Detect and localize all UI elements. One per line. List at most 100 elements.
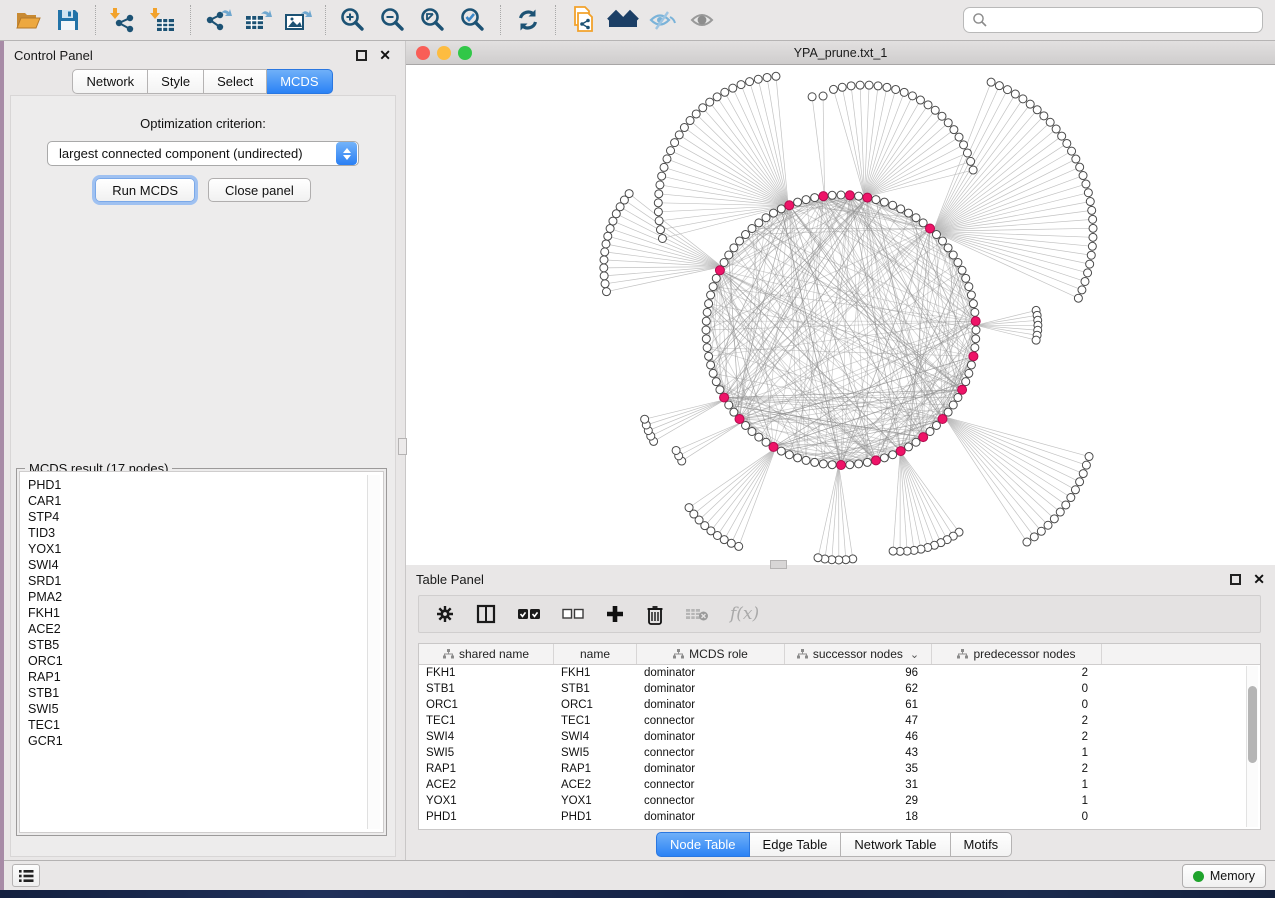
satellite-node[interactable] [604, 232, 612, 240]
mcds-result-item[interactable]: PMA2 [20, 589, 383, 605]
graph-node[interactable] [971, 344, 979, 352]
graph-node[interactable] [819, 460, 827, 468]
satellite-node[interactable] [1088, 206, 1096, 214]
mcds-result-item[interactable]: GCR1 [20, 733, 383, 749]
float-panel-icon[interactable] [356, 50, 367, 61]
satellite-node[interactable] [602, 288, 610, 296]
satellite-node[interactable] [663, 155, 671, 163]
satellite-node[interactable] [1084, 189, 1092, 197]
run-mcds-button[interactable]: Run MCDS [95, 178, 195, 202]
vertical-splitter-handle[interactable] [398, 438, 407, 455]
search-input[interactable] [994, 13, 1254, 27]
export-table-button[interactable] [238, 3, 278, 37]
satellite-node[interactable] [908, 92, 916, 100]
import-network-button[interactable] [103, 3, 143, 37]
graph-node-dominator[interactable] [715, 266, 724, 275]
graph-node[interactable] [863, 458, 871, 466]
satellite-node[interactable] [931, 106, 939, 114]
network-canvas[interactable] [406, 65, 1275, 565]
window-minimize-icon[interactable] [437, 46, 451, 60]
graph-node-dominator[interactable] [958, 385, 967, 394]
satellite-node[interactable] [754, 75, 762, 83]
mcds-result-item[interactable]: YOX1 [20, 541, 383, 557]
satellite-node[interactable] [1067, 494, 1075, 502]
table-row[interactable]: ORC1ORC1dominator610 [419, 697, 1260, 713]
satellite-node[interactable] [1032, 336, 1040, 344]
graph-node-dominator[interactable] [837, 461, 846, 470]
graph-node[interactable] [880, 198, 888, 206]
graph-node[interactable] [905, 209, 913, 217]
satellite-node[interactable] [601, 280, 609, 288]
import-table-button[interactable] [143, 3, 183, 37]
graph-node[interactable] [702, 326, 710, 334]
float-panel-icon[interactable] [1230, 574, 1241, 585]
table-scrollbar-thumb[interactable] [1248, 686, 1257, 763]
table-row[interactable]: PHD1PHD1dominator180 [419, 809, 1260, 825]
graph-node[interactable] [716, 386, 724, 394]
satellite-node[interactable] [950, 126, 958, 134]
satellite-node[interactable] [1082, 461, 1090, 469]
table-scrollbar[interactable] [1246, 666, 1258, 827]
graph-node[interactable] [755, 433, 763, 441]
satellite-node[interactable] [656, 226, 664, 234]
tab-edge-table[interactable]: Edge Table [750, 832, 842, 857]
graph-node[interactable] [703, 344, 711, 352]
graph-node[interactable] [802, 456, 810, 464]
duplicate-network-button[interactable] [563, 3, 603, 37]
window-zoom-icon[interactable] [458, 46, 472, 60]
mcds-result-item[interactable]: ACE2 [20, 621, 383, 637]
graph-node[interactable] [794, 454, 802, 462]
graph-node[interactable] [949, 401, 957, 409]
graph-node[interactable] [705, 300, 713, 308]
satellite-node[interactable] [655, 217, 663, 225]
satellite-node[interactable] [1023, 538, 1031, 546]
graph-node[interactable] [972, 335, 980, 343]
mcds-result-list[interactable]: PHD1CAR1STP4TID3YOX1SWI4SRD1PMA2FKH1ACE2… [19, 471, 384, 833]
mcds-result-item[interactable]: STB1 [20, 685, 383, 701]
column-header-MCDS-role[interactable]: MCDS role [637, 644, 785, 664]
delete-column-button[interactable] [646, 604, 664, 625]
graph-node[interactable] [872, 196, 880, 204]
graph-node[interactable] [725, 251, 733, 259]
first-neighbors-button[interactable] [603, 3, 643, 37]
graph-node[interactable] [912, 438, 920, 446]
zoom-out-button[interactable] [373, 3, 413, 37]
satellite-node[interactable] [685, 504, 693, 512]
graph-node[interactable] [967, 361, 975, 369]
tab-mcds[interactable]: MCDS [267, 69, 332, 94]
satellite-node[interactable] [655, 190, 663, 198]
satellite-node[interactable] [656, 181, 664, 189]
graph-node[interactable] [828, 461, 836, 469]
graph-node[interactable] [889, 201, 897, 209]
criterion-select[interactable]: largest connected component (undirected) [47, 141, 359, 166]
graph-node[interactable] [912, 214, 920, 222]
satellite-node[interactable] [960, 141, 968, 149]
graph-node[interactable] [811, 194, 819, 202]
satellite-node[interactable] [856, 81, 864, 89]
satellite-node[interactable] [814, 554, 822, 562]
search-box[interactable] [963, 7, 1263, 33]
satellite-node[interactable] [1076, 478, 1084, 486]
satellite-node[interactable] [1081, 277, 1089, 285]
table-row[interactable]: RAP1RAP1dominator352 [419, 761, 1260, 777]
satellite-node[interactable] [1056, 508, 1064, 516]
graph-node[interactable] [880, 454, 888, 462]
mcds-result-item[interactable]: TID3 [20, 525, 383, 541]
show-all-button[interactable] [683, 3, 723, 37]
satellite-node[interactable] [654, 199, 662, 207]
graph-node[interactable] [932, 421, 940, 429]
satellite-node[interactable] [808, 93, 816, 101]
graph-node[interactable] [703, 308, 711, 316]
satellite-node[interactable] [625, 190, 633, 198]
satellite-node[interactable] [602, 240, 610, 248]
satellite-node[interactable] [1084, 269, 1092, 277]
satellite-node[interactable] [1044, 521, 1052, 529]
satellite-node[interactable] [1089, 233, 1097, 241]
satellite-node[interactable] [874, 82, 882, 90]
column-header-predecessor-nodes[interactable]: predecessor nodes [932, 644, 1102, 664]
graph-node[interactable] [962, 274, 970, 282]
graph-node[interactable] [811, 458, 819, 466]
graph-node[interactable] [770, 209, 778, 217]
mcds-result-item[interactable]: SWI5 [20, 701, 383, 717]
satellite-node[interactable] [680, 124, 688, 132]
